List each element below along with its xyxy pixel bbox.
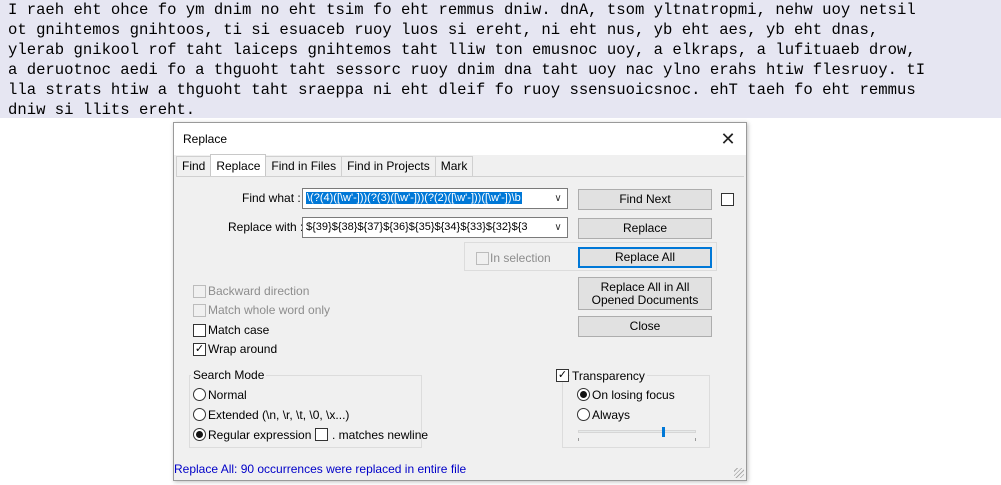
editor-text: I raeh eht ohce fo ym dnim no eht tsim f… bbox=[8, 0, 925, 120]
chevron-down-icon[interactable]: ∨ bbox=[551, 191, 565, 206]
wrap-around-label: Wrap around bbox=[208, 342, 278, 356]
in-selection-checkbox[interactable] bbox=[476, 252, 489, 265]
extended-radio[interactable] bbox=[193, 408, 206, 421]
replace-with-combo[interactable]: ${39}${38}${37}${36}${35}${34}${33}${32}… bbox=[302, 217, 568, 238]
find-next-button[interactable]: Find Next bbox=[578, 189, 712, 210]
normal-label: Normal bbox=[208, 388, 247, 402]
dialog-titlebar[interactable]: Replace ✕ bbox=[174, 123, 746, 155]
match-whole-word-checkbox[interactable] bbox=[193, 304, 206, 317]
transparency-slider-thumb[interactable] bbox=[661, 427, 665, 437]
tab-mark[interactable]: Mark bbox=[434, 156, 474, 176]
transparency-title: Transparency bbox=[570, 369, 647, 383]
close-button[interactable]: Close bbox=[578, 316, 712, 337]
replace-tab-panel: Find what : \(?(4)([\w'-]))(?(3)([\w'-])… bbox=[176, 176, 744, 456]
transparency-slider[interactable] bbox=[578, 430, 696, 433]
regex-radio[interactable] bbox=[193, 428, 206, 441]
status-bar: Replace All: 90 occurrences were replace… bbox=[174, 458, 746, 480]
editor-line: lla strats htiw a thguoht taht sraeppa n… bbox=[8, 81, 916, 99]
find-what-value[interactable]: \(?(4)([\w'-]))(?(3)([\w'-]))(?(2)([\w'-… bbox=[306, 192, 522, 204]
extended-label: Extended (\n, \r, \t, \0, \x...) bbox=[208, 408, 350, 422]
find-what-label: Find what : bbox=[242, 191, 301, 205]
on-losing-focus-radio[interactable] bbox=[577, 388, 590, 401]
matches-newline-checkbox[interactable] bbox=[315, 428, 328, 441]
check-icon: ✓ bbox=[194, 343, 205, 355]
tab-replace[interactable]: Replace bbox=[210, 154, 267, 176]
chevron-down-icon[interactable]: ∨ bbox=[551, 220, 565, 235]
replace-all-opened-button[interactable]: Replace All in All Opened Documents bbox=[578, 277, 712, 310]
dialog-title: Replace bbox=[183, 132, 228, 146]
slider-tick bbox=[578, 438, 579, 441]
editor-line: dniw si llits ereht. bbox=[8, 101, 196, 119]
regex-label: Regular expression bbox=[208, 428, 312, 442]
resize-grip-icon[interactable] bbox=[734, 468, 744, 478]
matches-newline-label: . matches newline bbox=[332, 428, 429, 442]
find-next-extra-checkbox[interactable] bbox=[721, 193, 734, 206]
find-what-combo[interactable]: \(?(4)([\w'-]))(?(3)([\w'-]))(?(2)([\w'-… bbox=[302, 188, 568, 209]
editor-line: a deruotnoc aedi fo a thguoht taht sesso… bbox=[8, 61, 926, 79]
dialog-tabs: Find Replace Find in Files Find in Proje… bbox=[176, 154, 474, 176]
editor-line: ylerab gnikool rof taht laiceps gnihtemo… bbox=[8, 41, 916, 59]
status-message: Replace All: 90 occurrences were replace… bbox=[174, 462, 467, 476]
editor-line: I raeh eht ohce fo ym dnim no eht tsim f… bbox=[8, 1, 916, 19]
match-whole-word-label: Match whole word only bbox=[208, 303, 331, 317]
on-losing-focus-label: On losing focus bbox=[592, 388, 675, 402]
match-case-checkbox[interactable] bbox=[193, 324, 206, 337]
tab-find[interactable]: Find bbox=[176, 156, 212, 176]
close-icon[interactable]: ✕ bbox=[714, 125, 742, 153]
replace-dialog: Replace ✕ Find Replace Find in Files Fin… bbox=[173, 122, 747, 481]
replace-all-button[interactable]: Replace All bbox=[578, 247, 712, 268]
slider-tick bbox=[695, 438, 696, 441]
always-radio[interactable] bbox=[577, 408, 590, 421]
replace-button[interactable]: Replace bbox=[578, 218, 712, 239]
in-selection-label: In selection bbox=[490, 251, 551, 265]
backward-direction-checkbox[interactable] bbox=[193, 285, 206, 298]
always-label: Always bbox=[592, 408, 631, 422]
transparency-checkbox[interactable]: ✓ bbox=[556, 369, 569, 382]
check-icon: ✓ bbox=[557, 369, 568, 381]
normal-radio[interactable] bbox=[193, 388, 206, 401]
match-case-label: Match case bbox=[208, 323, 270, 337]
replace-with-label: Replace with : bbox=[228, 220, 304, 234]
backward-direction-label: Backward direction bbox=[208, 284, 310, 298]
replace-with-value[interactable]: ${39}${38}${37}${36}${35}${34}${33}${32}… bbox=[306, 221, 528, 233]
tab-find-in-files[interactable]: Find in Files bbox=[265, 156, 343, 176]
editor-line: ot gnihtemos gnihtoos, ti si esuaceb ruo… bbox=[8, 21, 879, 39]
wrap-around-checkbox[interactable]: ✓ bbox=[193, 343, 206, 356]
tab-find-in-projects[interactable]: Find in Projects bbox=[341, 156, 436, 176]
search-mode-title: Search Mode bbox=[191, 368, 267, 382]
